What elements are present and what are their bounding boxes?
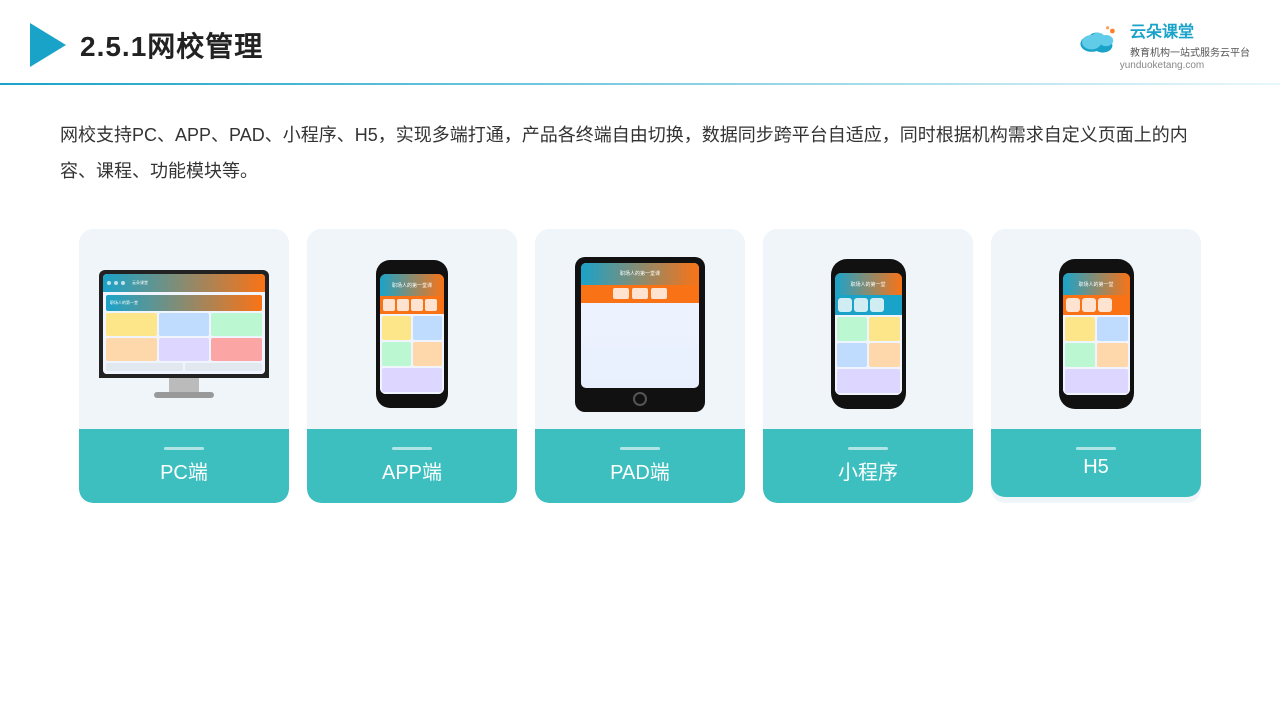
cloud-icon <box>1074 23 1122 55</box>
card-mini: 职场人的第一堂 <box>763 229 973 503</box>
phone-mini: 职场人的第一堂 <box>831 259 906 409</box>
card-pad-label: PAD端 <box>535 429 745 503</box>
card-app: 职场人的第一堂课 <box>307 229 517 503</box>
card-mini-label: 小程序 <box>763 429 973 503</box>
card-h5: 职场人的第一堂 <box>991 229 1201 503</box>
card-pc: 云朵课堂 职场人的第一堂 <box>79 229 289 503</box>
pc-monitor: 云朵课堂 职场人的第一堂 <box>99 270 269 398</box>
header: 2.5.1网校管理 云朵课堂 教育机构一站式服务云平台 yunduoketang… <box>0 0 1280 71</box>
card-h5-label: H5 <box>991 429 1201 497</box>
card-pc-label: PC端 <box>79 429 289 503</box>
card-pc-image: 云朵课堂 职场人的第一堂 <box>79 229 289 429</box>
card-pad: 职场人的第一堂课 <box>535 229 745 503</box>
card-mini-image: 职场人的第一堂 <box>763 229 973 429</box>
card-app-label: APP端 <box>307 429 517 503</box>
logo-box: 云朵课堂 教育机构一站式服务云平台 <box>1074 18 1250 59</box>
phone-app: 职场人的第一堂课 <box>376 260 448 408</box>
phone-h5: 职场人的第一堂 <box>1059 259 1134 409</box>
card-pad-image: 职场人的第一堂课 <box>535 229 745 429</box>
card-h5-image: 职场人的第一堂 <box>991 229 1201 429</box>
title-area: 2.5.1网校管理 <box>30 23 263 67</box>
play-icon <box>30 23 66 67</box>
cards-container: 云朵课堂 职场人的第一堂 <box>0 219 1280 513</box>
page-title: 2.5.1网校管理 <box>80 25 263 65</box>
description-text: 网校支持PC、APP、PAD、小程序、H5，实现多端打通，产品各终端自由切换，数… <box>0 85 1280 209</box>
card-app-image: 职场人的第一堂课 <box>307 229 517 429</box>
tablet-pad: 职场人的第一堂课 <box>575 257 705 412</box>
logo-name: 云朵课堂 <box>1130 18 1250 42</box>
logo-area: 云朵课堂 教育机构一站式服务云平台 yunduoketang.com <box>1074 18 1250 71</box>
logo-subtitle: 教育机构一站式服务云平台 <box>1130 44 1250 59</box>
logo-url: yunduoketang.com <box>1120 60 1205 71</box>
